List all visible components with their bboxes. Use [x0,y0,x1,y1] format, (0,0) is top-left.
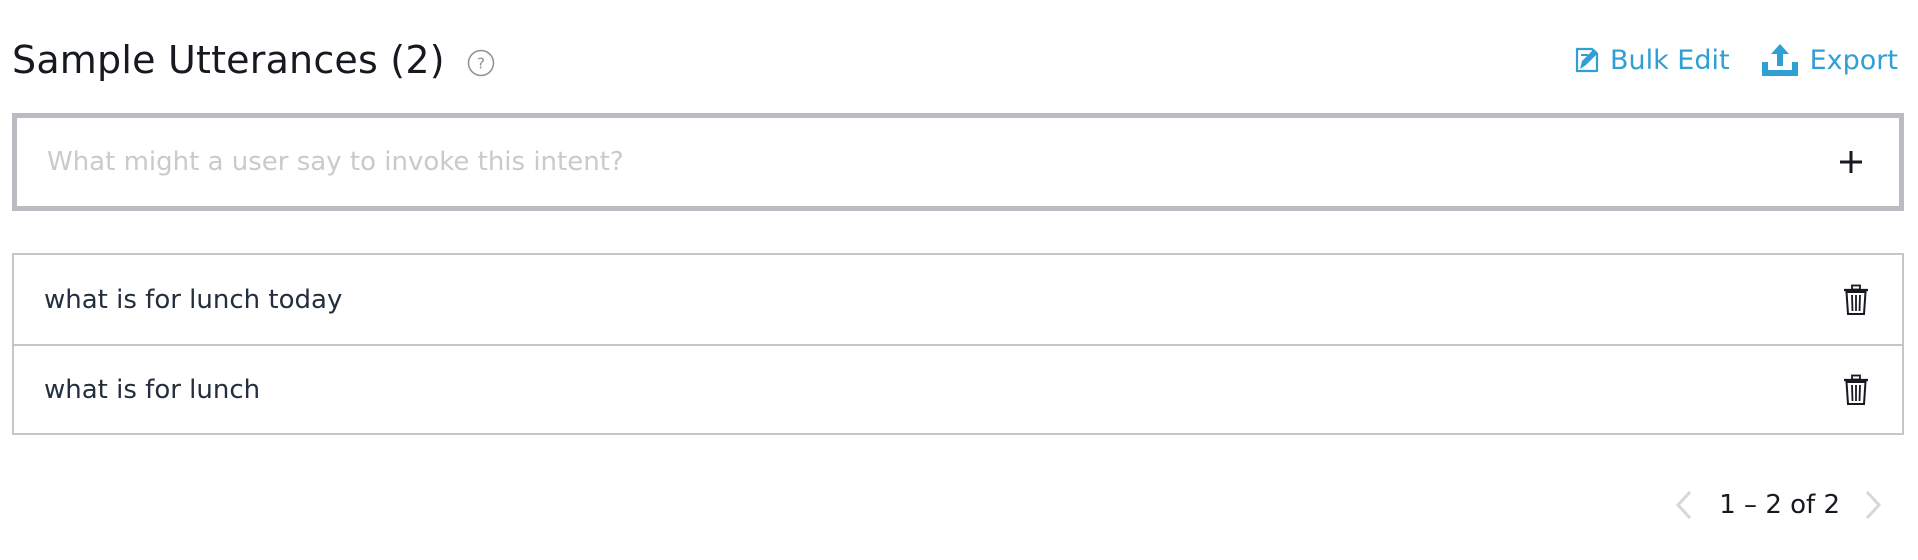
delete-utterance-button[interactable] [1836,370,1876,410]
utterance-text: what is for lunch [44,374,261,405]
bulk-edit-icon [1574,46,1600,74]
utterance-input[interactable] [17,132,1821,192]
trash-icon [1844,284,1868,315]
page-title: Sample Utterances (2) [12,38,445,82]
export-label: Export [1809,44,1898,76]
utterance-text: what is for lunch today [44,284,343,315]
title-group: Sample Utterances (2) ? [12,38,495,82]
utterance-list: what is for lunch today what is for lunc… [12,253,1904,435]
upload-icon [1760,42,1800,78]
next-page-button[interactable] [1858,487,1888,523]
utterance-input-container [12,113,1904,211]
page-info: 1 – 2 of 2 [1719,490,1840,520]
pagination: 1 – 2 of 2 [1669,485,1888,525]
header-actions: Bulk Edit Export [1574,42,1898,78]
add-utterance-button[interactable] [1821,132,1881,192]
section-header: Sample Utterances (2) ? Bulk Edit Export [12,28,1898,92]
prev-page-button[interactable] [1669,487,1699,523]
help-circle-icon[interactable]: ? [467,49,495,77]
plus-icon [1840,151,1862,173]
chevron-left-icon [1676,490,1692,520]
chevron-right-icon [1865,490,1882,520]
svg-text:?: ? [477,55,485,73]
trash-icon [1844,374,1868,405]
bulk-edit-label: Bulk Edit [1609,44,1730,76]
bulk-edit-button[interactable]: Bulk Edit [1574,45,1730,76]
list-item[interactable]: what is for lunch today [14,255,1902,344]
list-item[interactable]: what is for lunch [14,344,1902,433]
delete-utterance-button[interactable] [1836,280,1876,320]
export-button[interactable]: Export [1760,42,1898,78]
